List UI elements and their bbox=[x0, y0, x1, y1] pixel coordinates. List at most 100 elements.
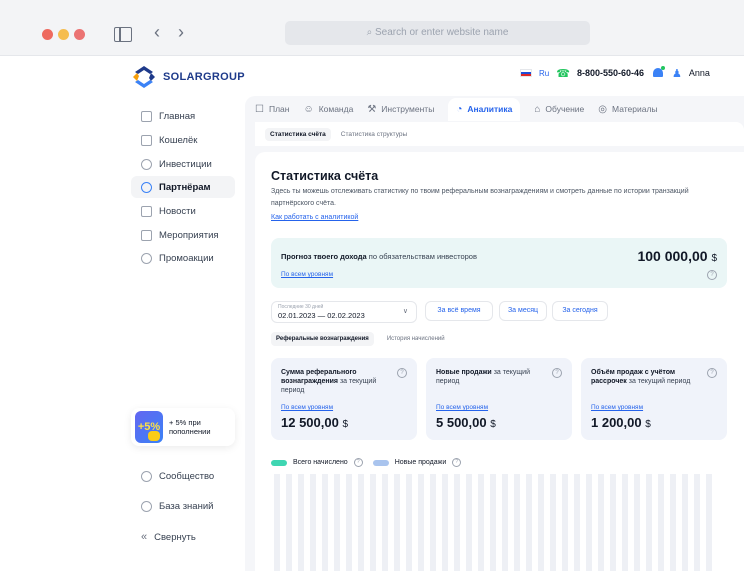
sidebar-item-partners[interactable]: Партнёрам bbox=[141, 182, 211, 193]
sidebar-item-promo[interactable]: Промоакции bbox=[141, 253, 214, 264]
legend-sales-help-icon[interactable]: ? bbox=[452, 458, 462, 467]
stat-all-levels-link[interactable]: По всем уровням bbox=[281, 404, 333, 411]
sidebar-item-label: Партнёрам bbox=[159, 182, 211, 193]
chart-column-background bbox=[706, 474, 712, 571]
collapse-icon: « bbox=[141, 531, 148, 543]
sidebar-item-label: Сообщество bbox=[159, 471, 215, 482]
stat-amount: 12 500,00 bbox=[281, 415, 339, 430]
maximize-window-button[interactable] bbox=[74, 29, 85, 40]
chart-column-background bbox=[598, 474, 604, 571]
sidebar-item-news[interactable]: Новости bbox=[141, 206, 196, 217]
tab-label: Инструменты bbox=[381, 104, 435, 114]
language-switch[interactable]: Ru bbox=[539, 69, 549, 78]
tab-analytics[interactable]: ◔ Аналитика bbox=[448, 97, 521, 121]
home-icon bbox=[141, 111, 152, 122]
sidebar-item-label: Мероприятия bbox=[159, 230, 219, 241]
legend-total-help-icon[interactable]: ? bbox=[353, 458, 363, 467]
stat-card-referral-sum: Сумма реферального вознаграждения за тек… bbox=[271, 358, 417, 440]
tab-tools[interactable]: ⚒ Инструменты bbox=[367, 104, 434, 115]
date-range-select[interactable]: Последние 30 дней 02.01.2023 — 02.02.202… bbox=[271, 301, 417, 323]
address-placeholder: Search or enter website name bbox=[374, 27, 509, 38]
tab-plan[interactable]: ☐ План bbox=[255, 104, 289, 115]
stat-value: 5 500,00 $ bbox=[436, 415, 496, 430]
logo-text: SOLARGROUP bbox=[163, 71, 245, 83]
subtab-structure-stats[interactable]: Статистика структуры bbox=[341, 131, 407, 138]
legend-total-label: Всего начислено bbox=[293, 459, 348, 466]
sidebar-item-events[interactable]: Мероприятия bbox=[141, 230, 219, 241]
forward-arrow-icon[interactable]: › bbox=[178, 22, 184, 42]
phone-icon: ☎ bbox=[556, 67, 570, 80]
accruals-bar-chart bbox=[271, 474, 727, 571]
chart-column-background bbox=[682, 474, 688, 571]
forecast-label-rest: по обязательствам инвесторов bbox=[366, 252, 477, 261]
stat-title-bold: Новые продажи bbox=[436, 369, 492, 376]
sidebar-item-community[interactable]: Сообщество bbox=[141, 471, 214, 482]
all-time-button[interactable]: За всё время bbox=[425, 301, 493, 321]
month-button[interactable]: За месяц bbox=[499, 301, 547, 321]
support-phone[interactable]: 8-800-550-60-46 bbox=[577, 68, 644, 78]
income-forecast-panel: Прогноз твоего дохода по обязательствам … bbox=[271, 238, 727, 288]
tab-team[interactable]: ☺ Команда bbox=[303, 104, 353, 115]
chart-column-background bbox=[490, 474, 496, 571]
promo-card[interactable]: +5% + 5% при пополнении bbox=[131, 408, 235, 446]
notifications-bell-icon[interactable] bbox=[651, 66, 665, 80]
news-icon bbox=[141, 206, 152, 217]
account-stats-card: Статистика счёта Здесь ты можешь отслежи… bbox=[255, 152, 744, 571]
ru-flag-icon bbox=[520, 69, 532, 77]
user-name[interactable]: Anna bbox=[689, 68, 710, 78]
stat-title: Объём продаж с учётом рассрочек за текущ… bbox=[591, 368, 701, 386]
sidebar-item-knowledge-base[interactable]: База знаний bbox=[141, 501, 213, 512]
stat-currency: $ bbox=[490, 419, 496, 430]
back-arrow-icon[interactable]: ‹ bbox=[154, 22, 160, 42]
stat-all-levels-link[interactable]: По всем уровням bbox=[591, 404, 643, 411]
how-to-analytics-link[interactable]: Как работать с аналитикой bbox=[271, 214, 358, 221]
stat-title: Новые продажи за текущий период bbox=[436, 368, 546, 386]
stat-card-installment-volume: Объём продаж с учётом рассрочек за текущ… bbox=[581, 358, 727, 440]
stat-help-icon[interactable]: ? bbox=[707, 368, 717, 378]
sidebar-item-label: Новости bbox=[159, 206, 196, 217]
search-icon: ⌕ bbox=[366, 27, 373, 38]
stat-help-icon[interactable]: ? bbox=[552, 368, 562, 378]
tab-label: Аналитика bbox=[467, 104, 513, 114]
sidebar-item-label: Свернуть bbox=[154, 531, 196, 543]
chart-column-background bbox=[334, 474, 340, 571]
stat-all-levels-link[interactable]: По всем уровням bbox=[436, 404, 488, 411]
tab-education[interactable]: ⌂ Обучение bbox=[534, 104, 584, 115]
close-window-button[interactable] bbox=[42, 29, 53, 40]
chart-column-background bbox=[514, 474, 520, 571]
sidebar-item-wallet[interactable]: Кошелёк bbox=[141, 135, 197, 146]
logo[interactable]: SOLARGROUP bbox=[131, 64, 245, 90]
forecast-help-icon[interactable]: ? bbox=[707, 270, 717, 280]
forecast-all-levels-link[interactable]: По всем уровням bbox=[281, 271, 333, 278]
chart-column-background bbox=[298, 474, 304, 571]
tools-icon: ⚒ bbox=[367, 103, 377, 115]
page-title: Статистика счёта bbox=[271, 169, 379, 183]
chart-column-background bbox=[550, 474, 556, 571]
tab-materials[interactable]: ◎ Материалы bbox=[598, 104, 657, 115]
tab-label: План bbox=[268, 104, 290, 114]
stat-help-icon[interactable]: ? bbox=[397, 368, 407, 378]
subtab-account-stats[interactable]: Статистика счёта bbox=[265, 127, 331, 141]
chart-column-background bbox=[586, 474, 592, 571]
tab-referral-rewards[interactable]: Реферальные вознаграждения bbox=[271, 332, 374, 346]
browser-chrome: ‹ › ⌕ Search or enter website name bbox=[0, 0, 744, 56]
sidebar-collapse-button[interactable]: « Свернуть bbox=[141, 531, 196, 543]
today-button[interactable]: За сегодня bbox=[552, 301, 608, 321]
chart-column-background bbox=[574, 474, 580, 571]
tab-accrual-history[interactable]: История начислений bbox=[382, 332, 450, 346]
chart-column-background bbox=[502, 474, 508, 571]
stat-title-rest: за текущий период bbox=[626, 378, 691, 385]
user-icon: ♟ bbox=[672, 67, 682, 80]
tab-label: Обучение bbox=[545, 104, 585, 114]
chart-column-background bbox=[286, 474, 292, 571]
minimize-window-button[interactable] bbox=[58, 29, 69, 40]
address-bar[interactable]: ⌕ Search or enter website name bbox=[285, 21, 590, 45]
chart-column-background bbox=[370, 474, 376, 571]
stat-title: Сумма реферального вознаграждения за тек… bbox=[281, 368, 391, 395]
sidebar-item-home[interactable]: Главная bbox=[141, 111, 195, 122]
solargroup-logo-icon bbox=[133, 66, 155, 88]
sidebar-toggle-icon[interactable] bbox=[114, 27, 132, 42]
sidebar-item-investments[interactable]: Инвестиции bbox=[141, 159, 212, 170]
education-icon: ⌂ bbox=[534, 103, 541, 115]
stat-value: 12 500,00 $ bbox=[281, 415, 348, 430]
